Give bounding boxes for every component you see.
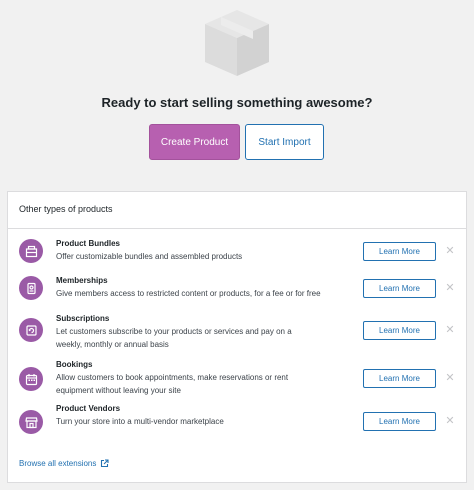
- extension-description: Give members access to restricted conten…: [56, 289, 321, 298]
- learn-more-button[interactable]: Learn More: [363, 279, 436, 298]
- dismiss-icon[interactable]: ✕: [445, 283, 455, 294]
- empty-state-hero: Ready to start selling something awesome…: [0, 0, 474, 190]
- dismiss-icon[interactable]: ✕: [445, 246, 455, 257]
- calendar-icon: [19, 367, 43, 391]
- dismiss-icon[interactable]: ✕: [445, 373, 455, 384]
- extension-description: Offer customizable bundles and assembled…: [56, 252, 243, 261]
- learn-more-button[interactable]: Learn More: [363, 412, 436, 431]
- storefront-icon: [19, 410, 43, 434]
- membership-badge-icon: [19, 276, 43, 300]
- extension-description: Let customers subscribe to your products…: [56, 327, 292, 349]
- bundle-icon: [19, 239, 43, 263]
- learn-more-button[interactable]: Learn More: [363, 369, 436, 388]
- extension-description: Turn your store into a multi-vendor mark…: [56, 417, 224, 426]
- other-product-types-panel: Other types of products Product Bundles …: [7, 191, 467, 483]
- extension-title: Product Vendors: [56, 404, 121, 413]
- start-import-button[interactable]: Start Import: [245, 124, 324, 160]
- browse-all-extensions-link[interactable]: Browse all extensions: [19, 459, 109, 468]
- subscription-icon: [19, 318, 43, 342]
- extension-item-product-bundles: Product Bundles Offer customizable bundl…: [8, 235, 468, 275]
- create-product-button[interactable]: Create Product: [149, 124, 240, 160]
- learn-more-button[interactable]: Learn More: [363, 321, 436, 340]
- extension-title: Product Bundles: [56, 239, 121, 248]
- dismiss-icon[interactable]: ✕: [445, 416, 455, 427]
- extension-item-subscriptions: Subscriptions Let customers subscribe to…: [8, 314, 468, 354]
- extension-title: Subscriptions: [56, 314, 110, 323]
- hero-title: Ready to start selling something awesome…: [101, 95, 373, 110]
- learn-more-button[interactable]: Learn More: [363, 242, 436, 261]
- panel-header: Other types of products: [8, 192, 466, 229]
- extension-description: Allow customers to book appointments, ma…: [56, 373, 289, 395]
- browse-link-label: Browse all extensions: [19, 459, 97, 468]
- product-box-icon: [205, 10, 269, 76]
- dismiss-icon[interactable]: ✕: [445, 325, 455, 336]
- external-link-icon: [101, 459, 109, 468]
- extension-item-bookings: Bookings Allow customers to book appoint…: [8, 360, 468, 403]
- extension-item-memberships: Memberships Give members access to restr…: [8, 272, 468, 312]
- extension-title: Bookings: [56, 360, 93, 369]
- extension-item-product-vendors: Product Vendors Turn your store into a m…: [8, 404, 468, 446]
- extension-title: Memberships: [56, 276, 108, 285]
